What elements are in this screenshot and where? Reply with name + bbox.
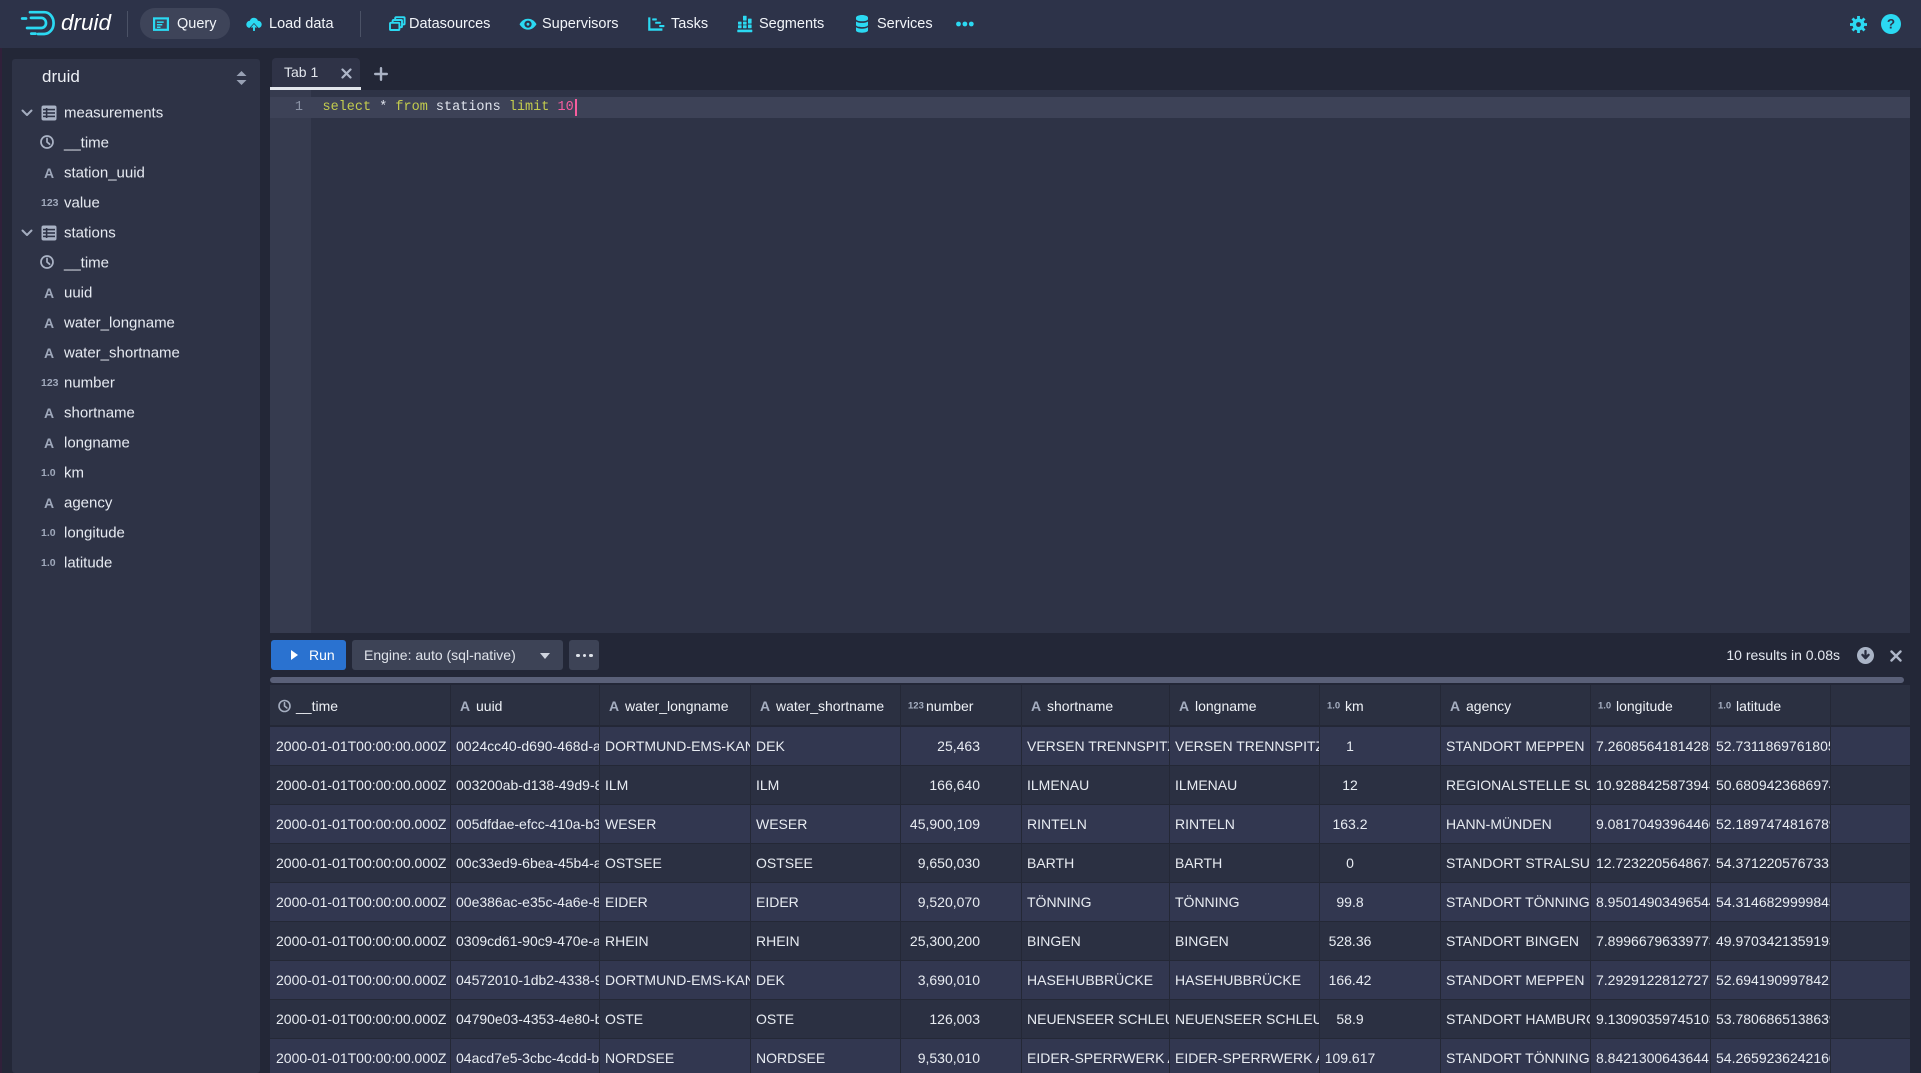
svg-text:?: ? (1887, 17, 1895, 32)
